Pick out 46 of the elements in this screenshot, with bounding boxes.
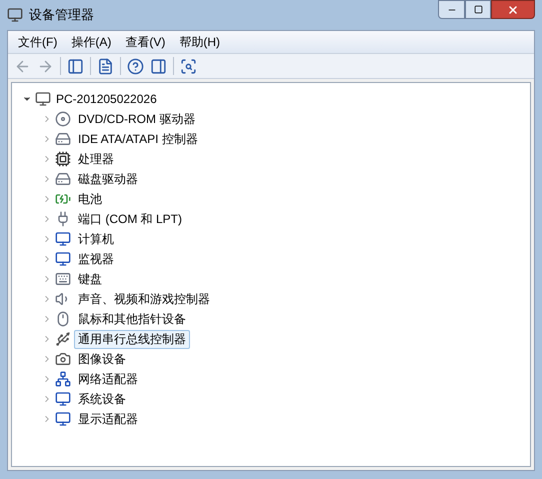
tree-item[interactable]: 端口 (COM 和 LPT) [74, 210, 186, 228]
window-title: 设备管理器 [29, 6, 94, 24]
scan-icon[interactable] [180, 58, 197, 74]
tree-item[interactable]: 处理器 [74, 150, 118, 168]
tree-item[interactable]: 磁盘驱动器 [74, 170, 142, 188]
disc-icon [55, 111, 71, 127]
keyboard-icon [55, 271, 71, 287]
maximize-button[interactable] [465, 0, 491, 19]
tree-item[interactable]: 网络适配器 [74, 370, 142, 388]
drive-icon [55, 171, 71, 187]
tree-item[interactable]: DVD/CD-ROM 驱动器 [74, 110, 200, 128]
document-icon[interactable] [97, 58, 114, 74]
network-icon [55, 371, 71, 387]
close-button[interactable] [491, 0, 535, 19]
maximize-icon [474, 5, 482, 14]
drive-icon [55, 131, 71, 147]
monitor-icon [55, 251, 71, 267]
menu-item[interactable]: 文件(F) [18, 33, 58, 51]
tree-item[interactable]: 计算机 [74, 230, 118, 248]
usb-icon [55, 331, 71, 347]
tree-item[interactable]: IDE ATA/ATAPI 控制器 [74, 130, 202, 148]
tree-item[interactable]: 电池 [74, 190, 106, 208]
tree-item[interactable]: 通用串行总线控制器 [74, 330, 190, 348]
close-icon [507, 4, 519, 16]
tree-item[interactable]: 声音、视频和游戏控制器 [74, 290, 214, 308]
computer-icon [35, 91, 51, 107]
tree-item[interactable]: 系统设备 [74, 390, 130, 408]
monitor-icon [55, 391, 71, 407]
tree-item[interactable]: 监视器 [74, 250, 118, 268]
menu-item[interactable]: 帮助(H) [179, 33, 220, 51]
computer-icon [7, 7, 23, 23]
monitor-icon [55, 411, 71, 427]
panel-icon[interactable] [67, 58, 84, 74]
monitor-icon [55, 231, 71, 247]
panel-icon[interactable] [150, 58, 167, 74]
tree-item[interactable]: 图像设备 [74, 350, 130, 368]
help-icon[interactable] [127, 58, 144, 74]
tree-item[interactable]: 键盘 [74, 270, 106, 288]
tree-item[interactable]: PC-201205022026 [54, 90, 159, 108]
camera-icon [55, 351, 71, 367]
menu-item[interactable]: 操作(A) [71, 33, 112, 51]
chip-icon [55, 151, 71, 167]
tree-item[interactable]: 显示适配器 [74, 410, 142, 428]
menu-item[interactable]: 查看(V) [125, 33, 166, 51]
mouse-icon [55, 311, 71, 327]
tree-item[interactable]: 鼠标和其他指针设备 [74, 310, 190, 328]
